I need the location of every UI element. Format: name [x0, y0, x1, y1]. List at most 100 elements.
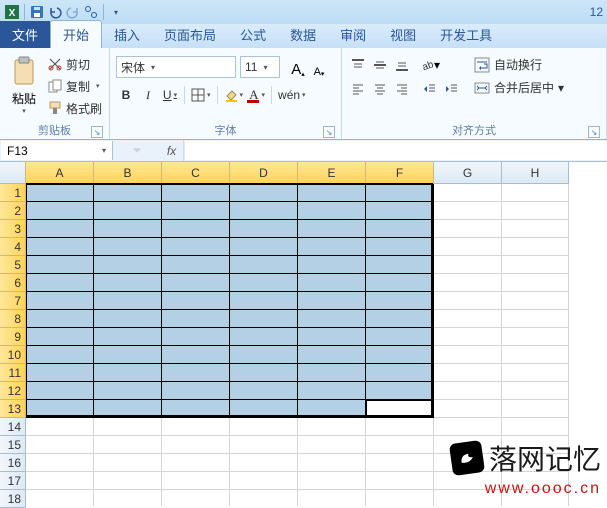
- tab-developer[interactable]: 开发工具: [428, 21, 504, 48]
- row-header[interactable]: 3: [0, 220, 26, 238]
- row-header[interactable]: 4: [0, 238, 26, 256]
- cell[interactable]: [298, 256, 366, 274]
- row-header[interactable]: 1: [0, 184, 26, 202]
- cell[interactable]: [502, 418, 569, 436]
- cell[interactable]: [434, 310, 502, 328]
- cell[interactable]: [502, 400, 569, 418]
- cell[interactable]: [26, 472, 94, 490]
- undo-icon[interactable]: [47, 4, 63, 20]
- cell[interactable]: [230, 418, 298, 436]
- cell[interactable]: [230, 364, 298, 382]
- cell[interactable]: [366, 328, 434, 346]
- cell[interactable]: [230, 274, 298, 292]
- cell[interactable]: [162, 472, 230, 490]
- font-expand-icon[interactable]: ↘: [323, 126, 335, 138]
- cell[interactable]: [26, 382, 94, 400]
- cell[interactable]: [26, 418, 94, 436]
- cell[interactable]: [230, 184, 298, 202]
- align-center-icon[interactable]: [370, 80, 390, 98]
- cell[interactable]: [366, 364, 434, 382]
- cell[interactable]: [366, 454, 434, 472]
- column-header[interactable]: A: [26, 162, 94, 184]
- cell[interactable]: [434, 490, 502, 506]
- select-all-corner[interactable]: [0, 162, 26, 184]
- cell[interactable]: [366, 292, 434, 310]
- row-header[interactable]: 7: [0, 292, 26, 310]
- cell[interactable]: [502, 328, 569, 346]
- row-header[interactable]: 12: [0, 382, 26, 400]
- cell[interactable]: [298, 220, 366, 238]
- cell[interactable]: [26, 292, 94, 310]
- cell[interactable]: [434, 328, 502, 346]
- cell[interactable]: [230, 454, 298, 472]
- tab-file[interactable]: 文件: [0, 21, 50, 48]
- wrap-text-button[interactable]: 自动换行: [474, 56, 564, 73]
- cell[interactable]: [162, 454, 230, 472]
- cell[interactable]: [230, 202, 298, 220]
- cell[interactable]: [230, 220, 298, 238]
- cell[interactable]: [366, 472, 434, 490]
- cell[interactable]: [26, 310, 94, 328]
- row-header[interactable]: 18: [0, 490, 26, 508]
- tab-insert[interactable]: 插入: [102, 21, 152, 48]
- cell[interactable]: [162, 220, 230, 238]
- align-left-icon[interactable]: [348, 80, 368, 98]
- cut-button[interactable]: 剪切: [48, 54, 102, 74]
- align-bottom-icon[interactable]: [392, 56, 412, 74]
- cell[interactable]: [162, 310, 230, 328]
- cell[interactable]: [162, 418, 230, 436]
- cell[interactable]: [26, 364, 94, 382]
- borders-button[interactable]: ▾: [189, 84, 213, 106]
- cell[interactable]: [94, 220, 162, 238]
- cell[interactable]: [26, 400, 94, 418]
- cell[interactable]: [434, 436, 502, 454]
- cell[interactable]: [26, 328, 94, 346]
- cell[interactable]: [434, 274, 502, 292]
- column-header[interactable]: C: [162, 162, 230, 184]
- fx-icon[interactable]: fx: [160, 140, 184, 161]
- cell[interactable]: [230, 400, 298, 418]
- cell[interactable]: [298, 454, 366, 472]
- underline-button[interactable]: U▾: [160, 84, 180, 106]
- cell[interactable]: [434, 382, 502, 400]
- cell[interactable]: [434, 184, 502, 202]
- active-cell[interactable]: [366, 400, 434, 418]
- cell[interactable]: [366, 238, 434, 256]
- row-header[interactable]: 17: [0, 472, 26, 490]
- cell[interactable]: [298, 184, 366, 202]
- cell[interactable]: [298, 310, 366, 328]
- cell[interactable]: [162, 328, 230, 346]
- cell[interactable]: [434, 346, 502, 364]
- row-header[interactable]: 14: [0, 418, 26, 436]
- cell[interactable]: [434, 472, 502, 490]
- cell[interactable]: [26, 274, 94, 292]
- cell[interactable]: [230, 292, 298, 310]
- decrease-indent-icon[interactable]: [420, 80, 440, 98]
- tab-review[interactable]: 审阅: [328, 21, 378, 48]
- cell[interactable]: [298, 472, 366, 490]
- cell[interactable]: [94, 256, 162, 274]
- cell[interactable]: [26, 202, 94, 220]
- cell[interactable]: [366, 382, 434, 400]
- cell[interactable]: [162, 400, 230, 418]
- row-header[interactable]: 13: [0, 400, 26, 418]
- cell[interactable]: [502, 346, 569, 364]
- cell[interactable]: [434, 454, 502, 472]
- cell[interactable]: [502, 292, 569, 310]
- cell[interactable]: [230, 238, 298, 256]
- cell[interactable]: [26, 220, 94, 238]
- cell[interactable]: [298, 238, 366, 256]
- cell[interactable]: [162, 256, 230, 274]
- cell[interactable]: [162, 436, 230, 454]
- cell[interactable]: [162, 292, 230, 310]
- name-box[interactable]: F13 ▾: [1, 141, 113, 160]
- cell[interactable]: [94, 238, 162, 256]
- cell[interactable]: [94, 292, 162, 310]
- fill-color-button[interactable]: ▾: [222, 84, 246, 106]
- tab-home[interactable]: 开始: [50, 20, 102, 48]
- customize-qat-icon[interactable]: ▾: [108, 4, 124, 20]
- format-painter-button[interactable]: 格式刷: [48, 98, 102, 118]
- cell[interactable]: [366, 274, 434, 292]
- cell[interactable]: [94, 490, 162, 506]
- column-header[interactable]: E: [298, 162, 366, 184]
